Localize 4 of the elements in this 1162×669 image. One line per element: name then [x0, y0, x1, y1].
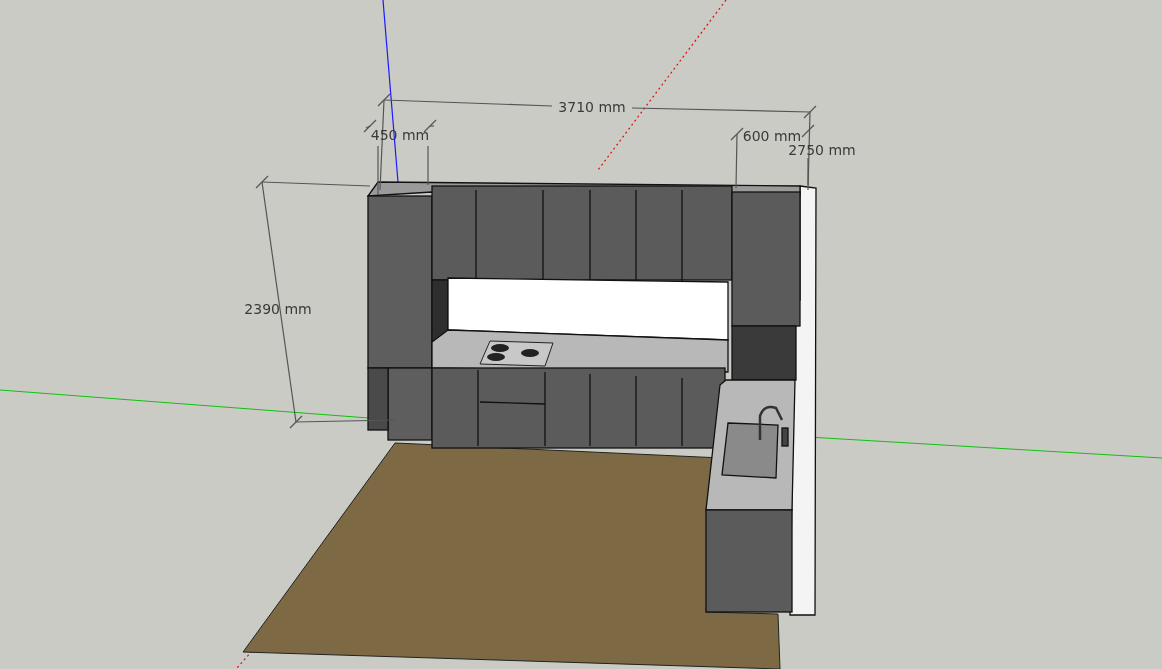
dimension-label: 2750 mm [788, 142, 856, 158]
dimension-label: 2390 mm [244, 301, 312, 317]
dimension-label: 600 mm [742, 128, 802, 144]
dimension-label: 3710 mm [558, 99, 626, 115]
